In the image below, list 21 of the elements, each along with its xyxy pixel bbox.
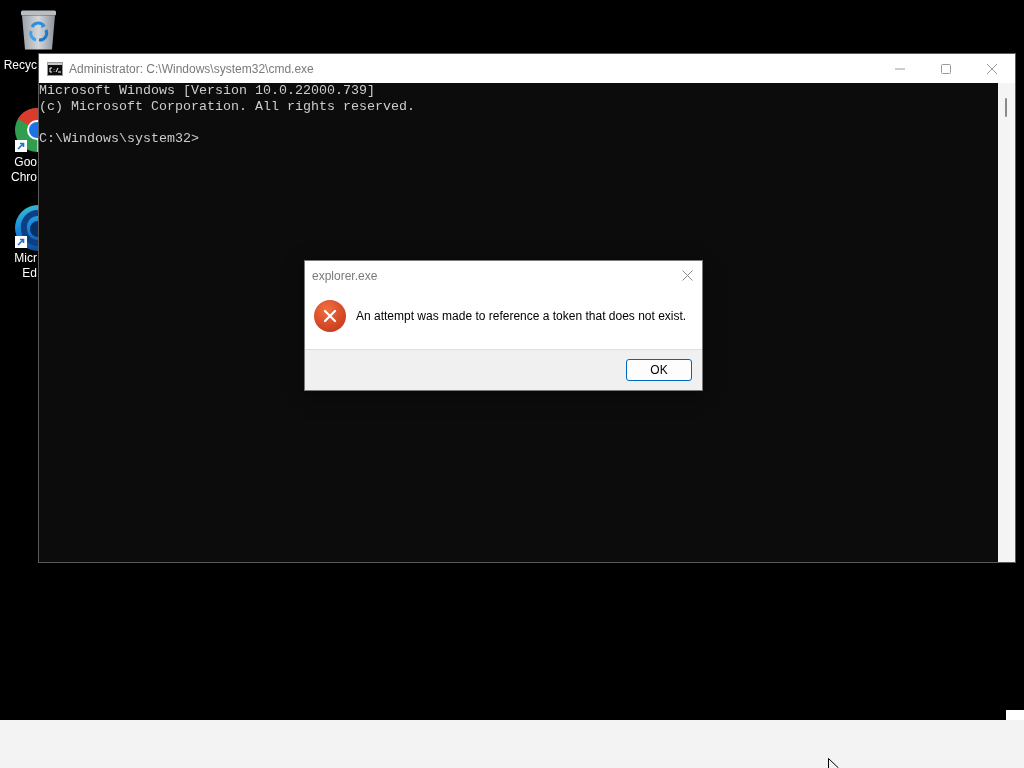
console-line: Microsoft Windows [Version 10.0.22000.739] — [39, 83, 376, 99]
recycle-bin-icon[interactable] — [20, 10, 57, 50]
ok-button[interactable]: OK — [626, 359, 692, 381]
console-line: (c) Microsoft Corporation. All rights reserved. — [39, 99, 416, 115]
window-title: Administrator: C:\Windows\system32\cmd.exe — [69, 61, 314, 76]
error-icon — [314, 300, 346, 332]
close-icon — [681, 270, 693, 281]
icon-label[interactable]: Micr — [14, 251, 37, 266]
icon-label[interactable]: Goo — [14, 154, 37, 170]
icon-label[interactable]: Ed — [22, 266, 37, 281]
scrollbar[interactable] — [998, 83, 1015, 562]
mouse-pointer-icon — [828, 758, 839, 768]
icon-label[interactable]: Recyc — [3, 58, 37, 73]
scrollbar-thumb[interactable] — [1005, 98, 1007, 117]
console-line: C:\Windows\system32> — [39, 131, 200, 147]
close-icon — [987, 63, 997, 74]
icon-label[interactable]: Chro — [11, 169, 37, 185]
dialog-message: An attempt was made to reference a token that does not exist. — [356, 309, 687, 323]
dialog-title: explorer.exe — [312, 268, 378, 283]
console-icon — [47, 61, 63, 76]
maximize-icon — [941, 63, 951, 74]
